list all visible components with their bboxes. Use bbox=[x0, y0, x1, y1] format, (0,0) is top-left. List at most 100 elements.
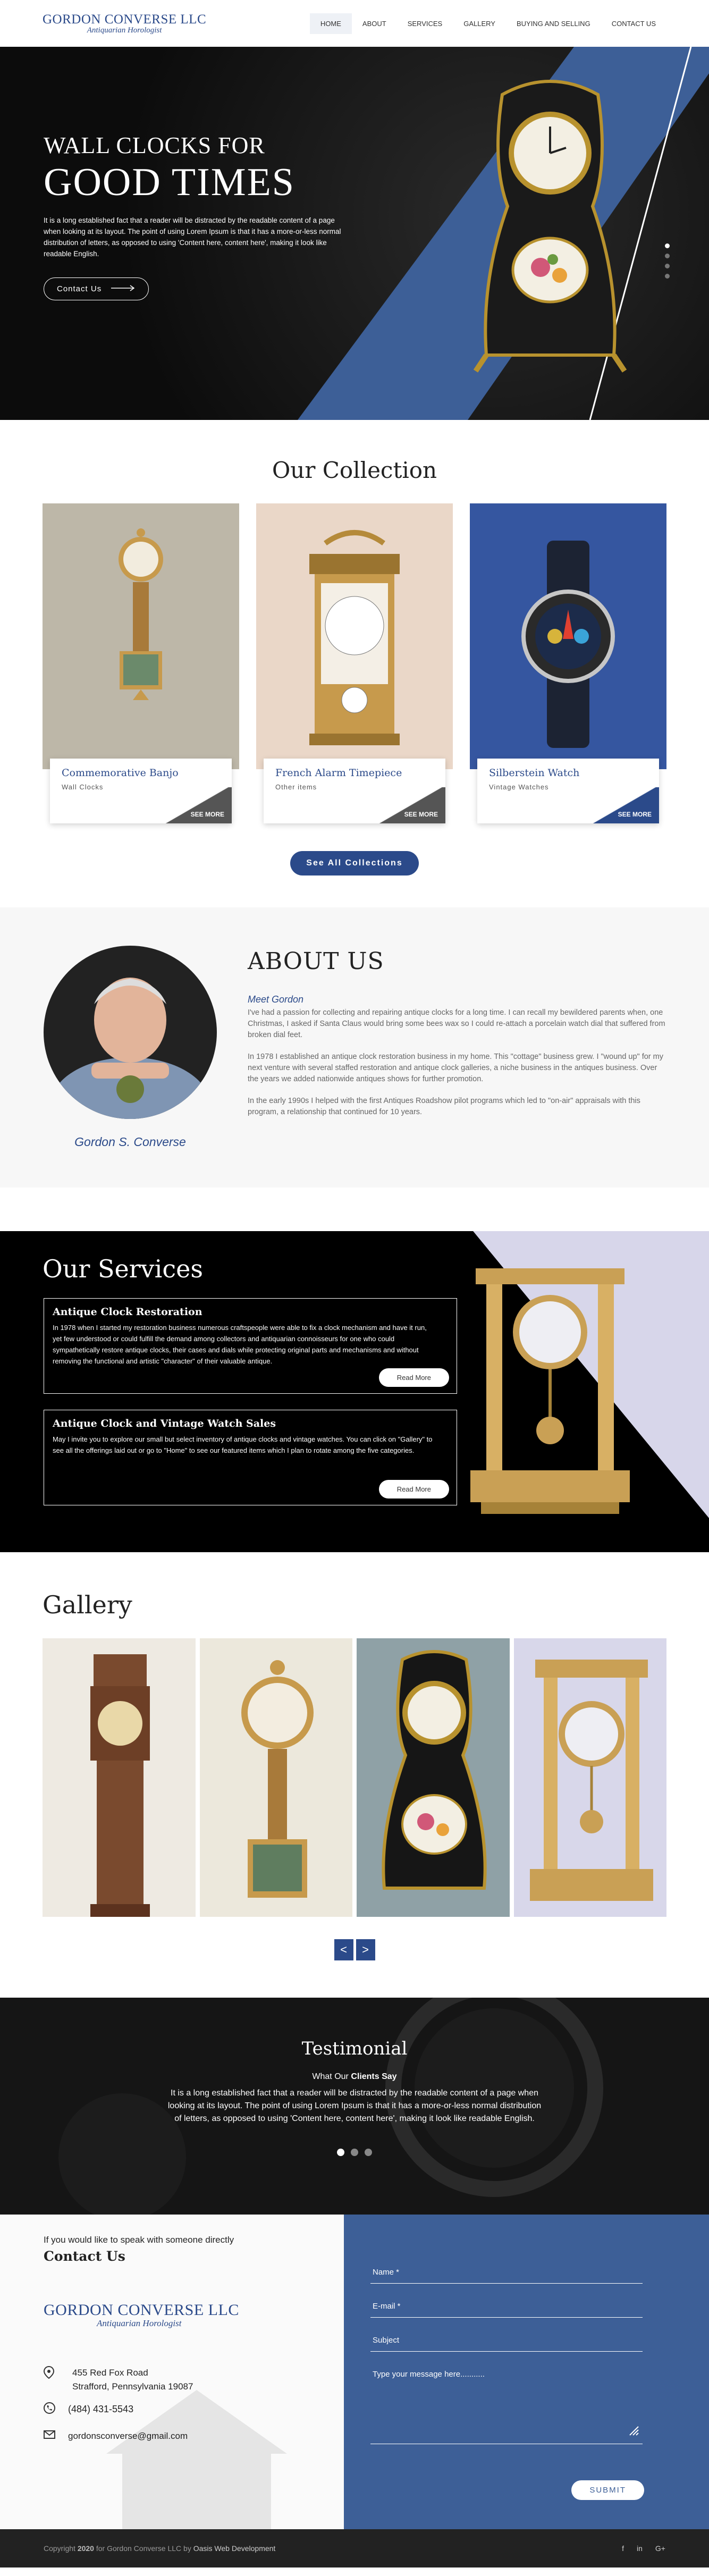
arrow-right-icon bbox=[111, 284, 136, 293]
testimonial-subtitle-prefix: What Our bbox=[312, 2072, 351, 2081]
hero-kicker: WALL CLOCKS FOR bbox=[44, 132, 265, 158]
about-paragraph: I've had a passion for collecting and re… bbox=[248, 1008, 665, 1039]
subject-field[interactable]: Subject bbox=[370, 2329, 643, 2352]
linkedin-icon[interactable]: in bbox=[637, 2544, 643, 2553]
hero-slider-dots bbox=[665, 243, 670, 279]
about-section: Gordon S. Converse ABOUT US Meet Gordon … bbox=[0, 907, 709, 1188]
hero-text: It is a long established fact that a rea… bbox=[44, 216, 341, 258]
site-footer: Copyright 2020 for Gordon Converse LLC b… bbox=[0, 2529, 709, 2567]
developer-link[interactable]: Oasis Web Development bbox=[193, 2544, 276, 2553]
logo-name: GORDON CONVERSE LLC bbox=[44, 2301, 239, 2319]
about-paragraph: In the early 1990s I helped with the fir… bbox=[248, 1097, 640, 1116]
gallery-images bbox=[43, 1638, 666, 1917]
slider-dot[interactable] bbox=[665, 274, 670, 279]
google-plus-icon[interactable]: G+ bbox=[655, 2544, 665, 2553]
read-more-button[interactable]: Read More bbox=[378, 1480, 449, 1499]
about-meet: Meet Gordon bbox=[248, 994, 304, 1005]
collection-card[interactable]: French Alarm Timepiece Other items SEE M… bbox=[256, 503, 453, 827]
slider-dot[interactable] bbox=[351, 2149, 358, 2156]
service-title: Antique Clock Restoration bbox=[53, 1306, 202, 1318]
service-text: In 1978 when I started my restoration bu… bbox=[53, 1324, 427, 1365]
nav-gallery[interactable]: GALLERY bbox=[453, 13, 506, 34]
copyright-middle: for Gordon Converse LLC by bbox=[94, 2544, 193, 2553]
hero-contact-button[interactable]: Contact Us bbox=[44, 277, 149, 300]
message-field[interactable]: Type your message here........... bbox=[370, 2363, 643, 2444]
slider-dot[interactable] bbox=[665, 254, 670, 258]
house-watermark bbox=[106, 2390, 287, 2529]
collection-card[interactable]: Commemorative Banjo Wall Clocks SEE MORE bbox=[43, 503, 239, 827]
gallery-image-bracket[interactable] bbox=[357, 1638, 510, 1917]
facebook-icon[interactable]: f bbox=[622, 2544, 624, 2553]
hero-content: WALL CLOCKS FOR GOOD TIMES It is a long … bbox=[44, 132, 341, 300]
testimonial-title: Testimonial bbox=[301, 2038, 408, 2059]
card-title: French Alarm Timepiece bbox=[275, 767, 402, 779]
about-content: ABOUT US Meet Gordon I've had a passion … bbox=[248, 946, 666, 1149]
location-pin-icon bbox=[43, 2365, 55, 2381]
read-more-button[interactable]: Read More bbox=[378, 1368, 449, 1387]
service-text: May I invite you to explore our small bu… bbox=[53, 1435, 433, 1454]
envelope-icon bbox=[44, 2430, 55, 2442]
contact-info: If you would like to speak with someone … bbox=[0, 2215, 344, 2529]
hero-contact-label: Contact Us bbox=[57, 284, 102, 293]
alarm-timepiece-image bbox=[256, 503, 453, 769]
copyright-prefix: Copyright bbox=[44, 2544, 78, 2553]
slider-dot[interactable] bbox=[337, 2149, 344, 2156]
social-links: f in G+ bbox=[622, 2544, 665, 2553]
banjo-clock-image bbox=[43, 503, 239, 769]
site-header: GORDON CONVERSE LLC Antiquarian Horologi… bbox=[0, 0, 709, 47]
nav-buying-selling[interactable]: BUYING AND SELLING bbox=[506, 13, 601, 34]
site-logo[interactable]: GORDON CONVERSE LLC Antiquarian Horologi… bbox=[43, 12, 206, 35]
contact-section: If you would like to speak with someone … bbox=[0, 2215, 709, 2529]
see-more-link[interactable]: SEE MORE bbox=[377, 787, 445, 823]
gallery-next-button[interactable]: > bbox=[356, 1939, 375, 1960]
slider-dot[interactable] bbox=[665, 264, 670, 268]
card-title: Silberstein Watch bbox=[489, 767, 580, 779]
collection-actions: See All Collections bbox=[0, 851, 709, 875]
resize-handle-icon[interactable] bbox=[628, 2425, 639, 2438]
gallery-arrows: < > bbox=[43, 1939, 666, 1960]
collection-section: Our Collection Commemorative Banjo Wall … bbox=[0, 420, 709, 907]
services-title: Our Services bbox=[43, 1255, 203, 1283]
slider-dot[interactable] bbox=[665, 243, 670, 248]
hero-banner: WALL CLOCKS FOR GOOD TIMES It is a long … bbox=[0, 47, 709, 420]
see-more-link[interactable]: SEE MORE bbox=[591, 787, 659, 823]
gallery-image-banjo[interactable] bbox=[199, 1638, 352, 1917]
see-all-collections-button[interactable]: See All Collections bbox=[290, 851, 419, 875]
card-title: Commemorative Banjo bbox=[62, 767, 179, 779]
see-more-link[interactable]: SEE MORE bbox=[164, 787, 232, 823]
nav-contact[interactable]: CONTACT US bbox=[601, 13, 666, 34]
testimonial-subtitle: What Our Clients Say bbox=[0, 2072, 709, 2082]
gallery-image-portico[interactable] bbox=[513, 1638, 666, 1917]
portico-clock-image bbox=[470, 1268, 630, 1514]
testimonial-dots bbox=[0, 2149, 709, 2156]
testimonial-text: It is a long established fact that a rea… bbox=[167, 2089, 542, 2123]
contact-logo: GORDON CONVERSE LLC Antiquarian Horologi… bbox=[44, 2301, 300, 2329]
name-field[interactable]: Name * bbox=[370, 2261, 643, 2284]
collection-card[interactable]: Silberstein Watch Vintage Watches SEE MO… bbox=[470, 503, 666, 827]
card-info: Commemorative Banjo Wall Clocks SEE MORE bbox=[50, 759, 232, 823]
services-section: Our Services Antique Clock Restoration I… bbox=[0, 1231, 709, 1552]
gallery-image-tall-case[interactable] bbox=[43, 1638, 196, 1917]
gallery-section: Gallery < > bbox=[0, 1552, 709, 1998]
about-portrait: Gordon S. Converse bbox=[43, 946, 218, 1149]
nav-about[interactable]: ABOUT bbox=[352, 13, 397, 34]
slider-dot[interactable] bbox=[365, 2149, 372, 2156]
gallery-prev-button[interactable]: < bbox=[334, 1939, 353, 1960]
silberstein-watch-image bbox=[470, 503, 666, 769]
contact-form: Name * E-mail * Subject Type your messag… bbox=[344, 2215, 709, 2529]
nav-services[interactable]: SERVICES bbox=[397, 13, 453, 34]
nav-home[interactable]: HOME bbox=[309, 13, 352, 34]
copyright-year: 2020 bbox=[77, 2544, 94, 2553]
about-title: ABOUT US bbox=[248, 948, 384, 975]
logo-name: GORDON CONVERSE LLC bbox=[43, 12, 207, 27]
main-nav: HOME ABOUT SERVICES GALLERY BUYING AND S… bbox=[309, 13, 666, 34]
testimonial-section: Testimonial What Our Clients Say It is a… bbox=[0, 1998, 709, 2215]
email-field[interactable]: E-mail * bbox=[370, 2295, 643, 2318]
card-info: French Alarm Timepiece Other items SEE M… bbox=[264, 759, 445, 823]
phone-icon bbox=[44, 2402, 55, 2417]
hero-title: GOOD TIMES bbox=[44, 161, 295, 204]
service-card: Antique Clock and Vintage Watch Sales Ma… bbox=[44, 1410, 457, 1505]
submit-button[interactable]: SUBMIT bbox=[571, 2480, 644, 2500]
copyright: Copyright 2020 for Gordon Converse LLC b… bbox=[44, 2544, 275, 2553]
avatar bbox=[44, 946, 217, 1119]
